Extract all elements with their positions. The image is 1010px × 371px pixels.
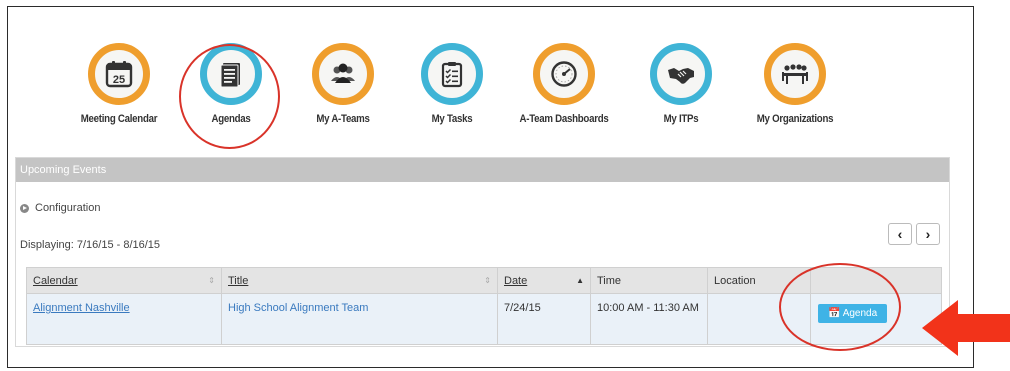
agenda-button[interactable]: 📅 Agenda bbox=[818, 304, 888, 323]
sort-ascending-icon: ▲ bbox=[576, 276, 584, 285]
column-header-calendar[interactable]: Calendar ⇕ bbox=[26, 267, 222, 294]
nav-my-itps[interactable]: My ITPs bbox=[621, 43, 741, 125]
calendar-icon: 25 bbox=[88, 43, 150, 105]
next-page-button[interactable]: › bbox=[916, 223, 940, 245]
chevron-right-icon bbox=[20, 203, 29, 213]
title-cell: High School Alignment Team bbox=[221, 293, 498, 345]
app-frame: 25 Meeting Calendar Agendas My A-Teams M… bbox=[7, 6, 974, 368]
agenda-button-label: Agenda bbox=[842, 308, 878, 319]
calendar-cell: Alignment Nashville bbox=[26, 293, 222, 345]
nav-meeting-calendar[interactable]: 25 Meeting Calendar bbox=[59, 43, 179, 125]
nav-agendas[interactable]: Agendas bbox=[171, 43, 291, 125]
calendar-icon: 📅 bbox=[828, 308, 841, 319]
arrow-left-icon bbox=[922, 300, 1010, 356]
column-header-title[interactable]: Title ⇕ bbox=[221, 267, 498, 294]
sort-icon: ⇕ bbox=[484, 276, 491, 285]
nav-label: A-Team Dashboards bbox=[519, 113, 609, 125]
configuration-label: Configuration bbox=[35, 202, 101, 214]
people-icon bbox=[312, 43, 374, 105]
configuration-toggle[interactable]: Configuration bbox=[20, 202, 100, 214]
event-title-link[interactable]: High School Alignment Team bbox=[228, 302, 368, 314]
column-header-location: Location bbox=[707, 267, 811, 294]
sort-icon: ⇕ bbox=[208, 276, 215, 285]
nav-label: Agendas bbox=[211, 113, 251, 125]
meeting-table-icon bbox=[764, 43, 826, 105]
table-row: Alignment Nashville High School Alignmen… bbox=[26, 293, 942, 345]
pager: ‹ › bbox=[888, 223, 940, 245]
handshake-icon bbox=[650, 43, 712, 105]
column-header-actions bbox=[810, 267, 942, 294]
nav-label: My A-Teams bbox=[316, 113, 370, 125]
nav-my-tasks[interactable]: My Tasks bbox=[392, 43, 512, 125]
nav-label: Meeting Calendar bbox=[80, 113, 158, 125]
events-table: Calendar⇕ Title⇕ Date▲ Time Location bbox=[26, 267, 942, 345]
notepad-icon bbox=[200, 43, 262, 105]
location-cell bbox=[707, 293, 811, 345]
column-header-date[interactable]: Date ▲ bbox=[497, 267, 591, 294]
nav-my-organizations[interactable]: My Organizations bbox=[735, 43, 855, 125]
time-cell: 10:00 AM - 11:30 AM bbox=[590, 293, 708, 345]
upcoming-events-panel: Upcoming Events Configuration Displaying… bbox=[15, 157, 950, 347]
panel-title: Upcoming Events bbox=[16, 158, 949, 182]
calendar-link[interactable]: Alignment Nashville bbox=[33, 302, 130, 314]
date-range-text: Displaying: 7/16/15 - 8/16/15 bbox=[20, 239, 161, 251]
prev-page-button[interactable]: ‹ bbox=[888, 223, 912, 245]
svg-text:25: 25 bbox=[113, 74, 125, 86]
nav-label: My Tasks bbox=[431, 113, 473, 125]
column-header-time: Time bbox=[590, 267, 708, 294]
nav-label: My Organizations bbox=[756, 113, 834, 125]
nav-a-team-dashboards[interactable]: A-Team Dashboards bbox=[504, 43, 624, 125]
nav-bar: 25 Meeting Calendar Agendas My A-Teams M… bbox=[8, 7, 973, 157]
date-cell: 7/24/15 bbox=[497, 293, 591, 345]
gauge-icon bbox=[533, 43, 595, 105]
clipboard-icon bbox=[421, 43, 483, 105]
nav-my-a-teams[interactable]: My A-Teams bbox=[283, 43, 403, 125]
nav-label: My ITPs bbox=[663, 113, 699, 125]
